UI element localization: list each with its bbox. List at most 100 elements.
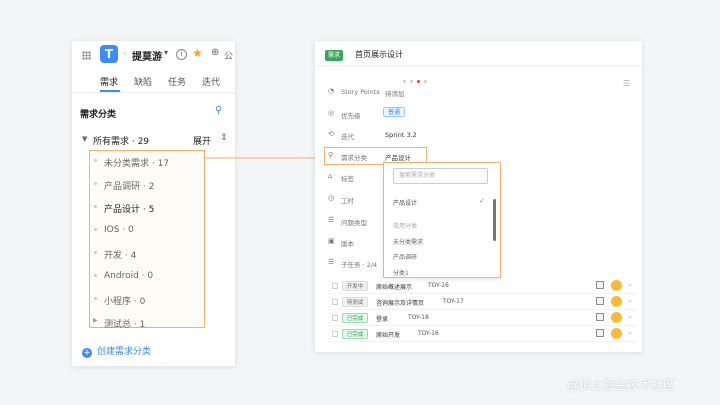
project-header: T › 提莫游 ▾ i ★ ⊕ 公 [72, 41, 235, 69]
field-label: 优先级 [341, 112, 361, 120]
table-row[interactable]: 已完成 登录 TOY-18 ⌄ [328, 310, 636, 326]
tag-icon: ⌂ [328, 172, 333, 180]
project-name[interactable]: 提莫游 [132, 48, 162, 63]
list-item[interactable]: ▶ 测试总 · 1 [93, 317, 146, 330]
field-value[interactable]: Sprint 3.2 [385, 131, 417, 139]
field-label: 问题类型 [341, 219, 367, 227]
dropdown-option[interactable]: 未分类需求 [393, 237, 423, 246]
category-label: 测试总 · 1 [104, 320, 146, 330]
dropdown-group-label: 常用分类 [393, 223, 418, 230]
create-category-button[interactable]: + 创建需求分类 [82, 344, 151, 358]
bullet-icon [94, 205, 97, 208]
subtask-title[interactable]: 原始开发 [376, 330, 400, 339]
calendar-icon[interactable] [596, 313, 604, 321]
calendar-icon[interactable] [596, 297, 604, 305]
dropdown-option-selected[interactable]: 产品设计 [393, 198, 417, 207]
tab-tasks[interactable]: 任务 [168, 75, 186, 88]
divider [315, 65, 642, 66]
list-item[interactable]: 开发 · 4 [94, 248, 136, 261]
time-icon: ◷ [328, 194, 335, 202]
table-row[interactable]: 开发中 原始概述展示 TOY-16 ⌄ [328, 278, 636, 294]
apps-grid-icon[interactable] [82, 51, 91, 60]
requirement-detail-panel: 需求 首页展示设计 ☰ ◔ Story Points 待添加 ◎ 优先级 普通 ⟲ 迭代… [315, 41, 642, 352]
dropdown-option[interactable]: 产品调研 [393, 252, 417, 261]
dot-icon[interactable] [417, 80, 420, 83]
category-label: 小程序 · 0 [104, 297, 146, 307]
status-badge[interactable]: 待测试 [342, 297, 368, 307]
tab-bar: 需求 缺陷 任务 迭代 [72, 71, 235, 93]
all-requirements-label: 所有需求 · 29 [93, 137, 150, 147]
star-icon[interactable]: ★ [192, 46, 203, 60]
bullet-icon [94, 251, 97, 254]
chevron-down-icon[interactable]: ⌄ [627, 296, 633, 304]
subtask-title[interactable]: 原始概述展示 [376, 282, 412, 291]
category-label: 未分类需求 · 17 [104, 159, 170, 169]
bullet-icon [94, 297, 97, 300]
dot-icon[interactable] [403, 80, 406, 83]
field-value[interactable]: 待添加 [385, 88, 405, 98]
dot-icon[interactable] [424, 80, 427, 83]
avatar[interactable] [611, 312, 622, 323]
category-sidebar: T › 提莫游 ▾ i ★ ⊕ 公 需求 缺陷 任务 迭代 需求分类 ⚲ ▼ 所… [72, 41, 235, 366]
field-story-points: ◔ Story Points 待添加 [328, 87, 628, 99]
status-badge[interactable]: 开发中 [342, 281, 368, 291]
tab-requirements[interactable]: 需求 [100, 75, 118, 88]
tab-iterations[interactable]: 迭代 [202, 75, 220, 88]
calendar-icon[interactable] [596, 281, 604, 289]
dropdown-option[interactable]: 分类1 [393, 268, 409, 277]
calendar-icon[interactable] [596, 329, 604, 337]
subtask-title[interactable]: 咨询展示及详情页 [376, 298, 424, 307]
list-item[interactable]: 未分类需求 · 17 [94, 156, 170, 169]
field-label: 迭代 [341, 133, 354, 141]
avatar[interactable] [611, 328, 622, 339]
iteration-icon: ⟲ [328, 130, 334, 138]
category-label: 产品调研 · 2 [104, 182, 155, 192]
dropdown-search-input[interactable]: 搜索需求分类 [393, 168, 488, 184]
avatar[interactable] [611, 296, 622, 307]
status-badge[interactable]: 已完成 [342, 329, 368, 339]
list-item[interactable]: 产品调研 · 2 [94, 179, 155, 192]
checkbox-icon[interactable] [332, 315, 338, 321]
chevron-down-icon[interactable]: ⌄ [627, 280, 633, 288]
create-category-label: 创建需求分类 [97, 347, 152, 357]
version-icon: ▣ [328, 237, 335, 245]
list-item[interactable]: 产品设计 · 5 [94, 202, 154, 215]
visibility-label: 公 [224, 52, 234, 62]
info-icon[interactable]: i [176, 49, 187, 60]
field-label: 工时 [341, 197, 354, 205]
subtask-id: TOY-16 [428, 282, 449, 289]
avatar[interactable] [611, 280, 622, 291]
table-row[interactable]: 已完成 原始开发 TOY-16 ⌄ [328, 326, 636, 342]
expand-button[interactable]: 展开 [193, 134, 211, 147]
list-item[interactable]: Android · 0 [94, 271, 154, 281]
dropdown-scrollbar[interactable] [493, 199, 496, 241]
caret-right-icon[interactable]: ▶ [93, 317, 98, 324]
caret-down-icon[interactable]: ▼ [82, 135, 87, 143]
priority-pill[interactable]: 普通 [383, 107, 406, 117]
chevron-down-icon[interactable]: ⌄ [627, 312, 633, 320]
bullet-icon [94, 182, 97, 185]
list-item[interactable]: 小程序 · 0 [94, 294, 146, 307]
checkbox-icon[interactable] [332, 283, 338, 289]
chevron-down-icon[interactable]: ▾ [164, 48, 168, 57]
table-row[interactable]: 待测试 咨询展示及详情页 TOY-17 ⌄ [328, 294, 636, 310]
pagination-dots [403, 68, 431, 87]
issue-type-icon: ☰ [328, 216, 335, 224]
checkbox-icon[interactable] [332, 331, 338, 337]
sort-icon[interactable]: ⇕ [220, 133, 228, 143]
subtask-title[interactable]: 登录 [376, 314, 388, 323]
status-badge[interactable]: 已完成 [342, 313, 368, 323]
category-label: IOS · 0 [104, 225, 134, 235]
tab-bugs[interactable]: 缺陷 [134, 75, 152, 88]
category-dropdown: 搜索需求分类 产品设计 ✓ 常用分类 未分类需求 产品调研 分类1 [383, 162, 501, 278]
bullet-icon [94, 159, 97, 162]
list-item[interactable]: IOS · 0 [94, 225, 134, 235]
chevron-down-icon[interactable]: ⌄ [627, 328, 633, 336]
category-label: Android · 0 [104, 271, 154, 281]
dot-icon[interactable] [410, 80, 413, 83]
checkbox-icon[interactable] [332, 299, 338, 305]
field-label: 标签 [341, 175, 354, 183]
active-tab-indicator [100, 90, 120, 92]
all-requirements-row[interactable]: ▼ 所有需求 · 29 展开 ⇕ [80, 133, 230, 148]
search-icon[interactable]: ⚲ [215, 105, 222, 116]
